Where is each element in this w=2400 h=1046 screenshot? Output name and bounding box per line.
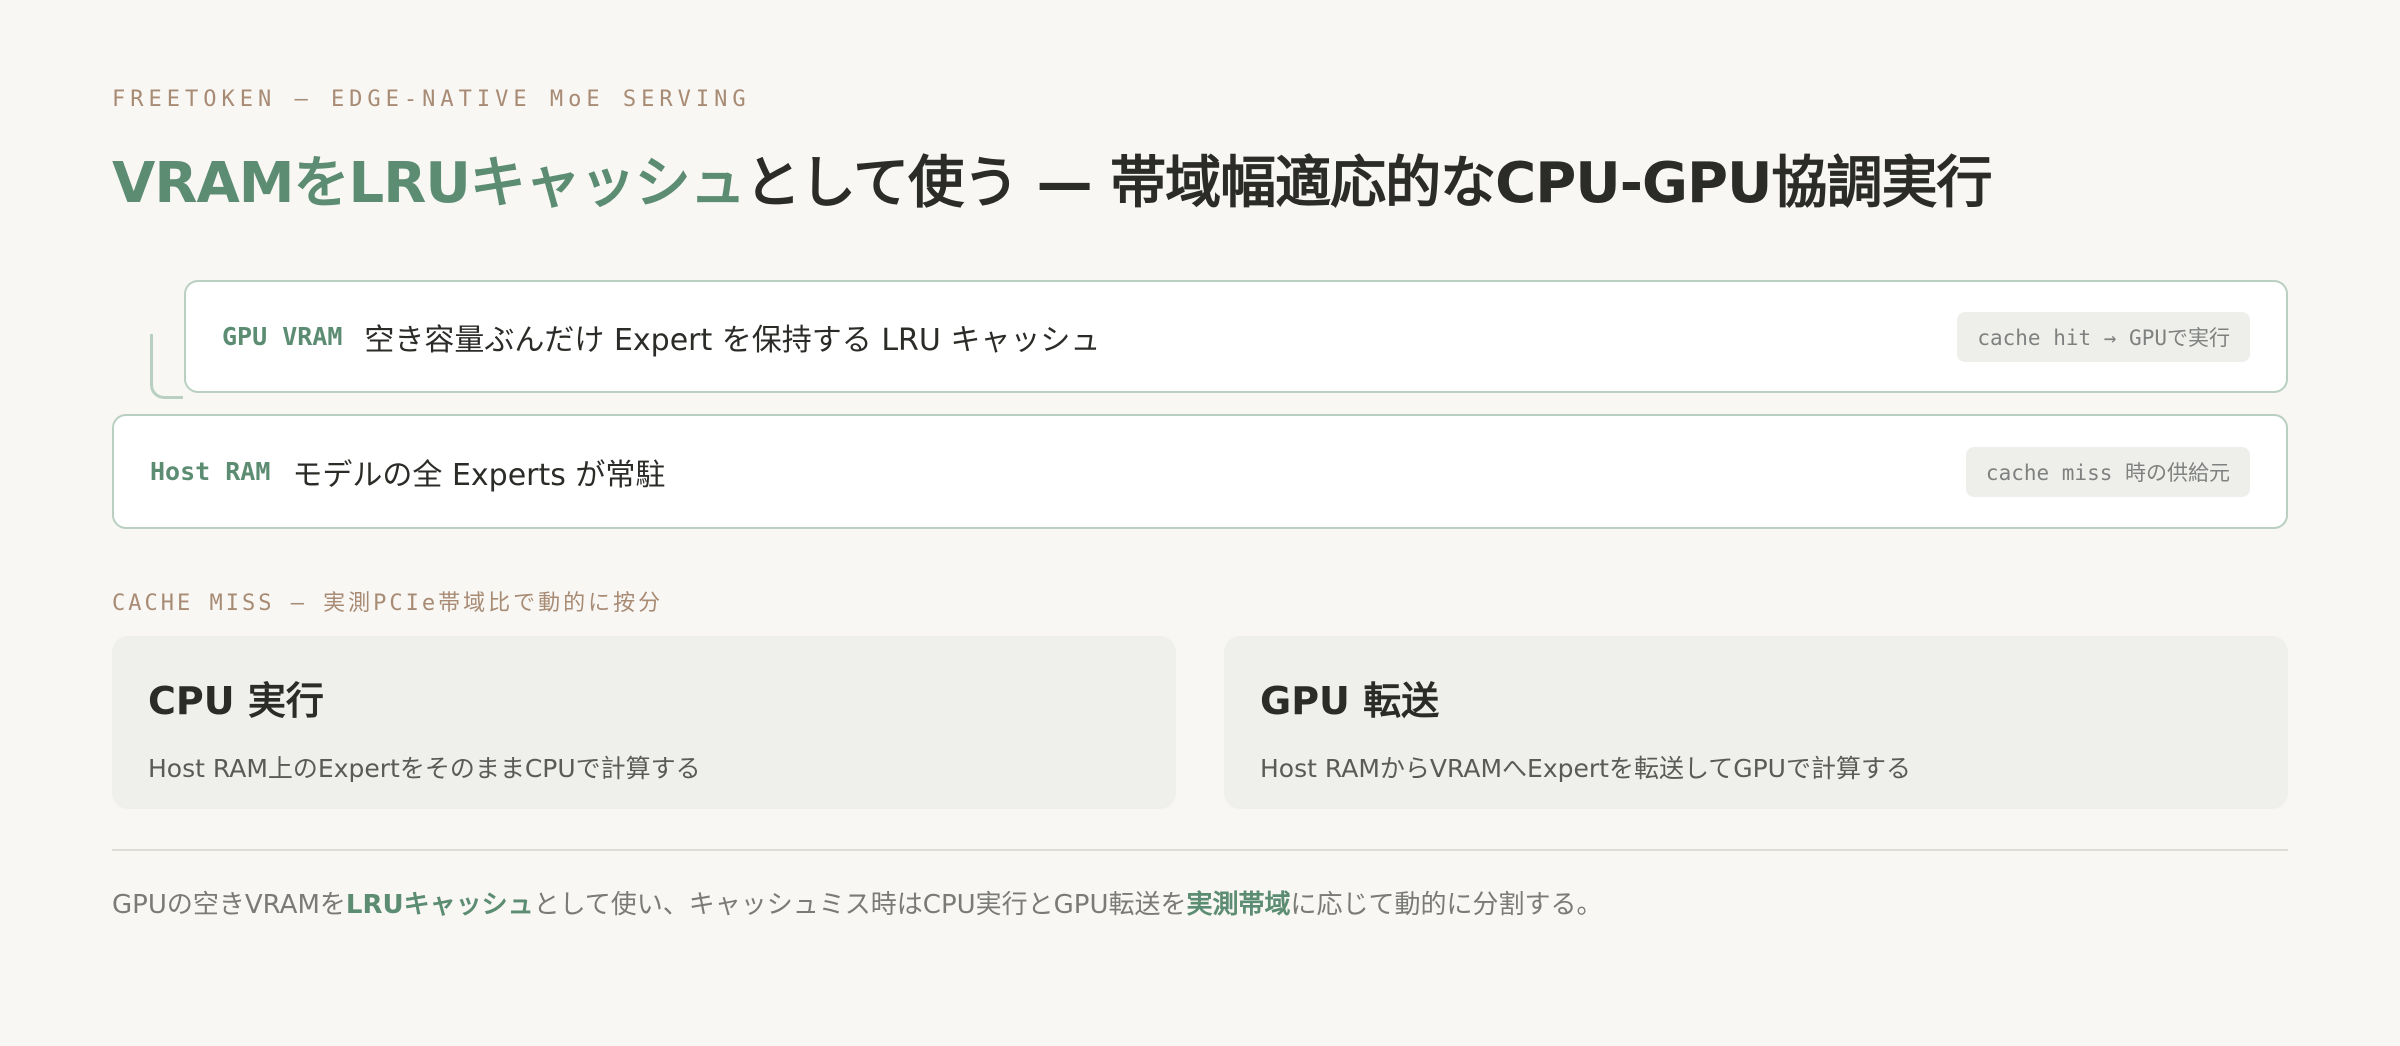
option-title: GPU 転送 — [1260, 679, 1440, 723]
tier-connector — [150, 334, 183, 399]
tier-tag: Host RAM — [150, 457, 271, 486]
option-panel-gpu: GPU 転送 Host RAMからVRAMへExpertを転送してGPUで計算す… — [1224, 636, 2288, 809]
tier-description: モデルの全 Experts が常駐 — [292, 457, 666, 493]
tier-card-gpu-vram: GPU VRAM 空き容量ぶんだけ Expert を保持する LRU キャッシュ… — [184, 280, 2288, 393]
tier-note-badge: cache miss 時の供給元 — [1965, 446, 2250, 497]
option-description: Host RAM上のExpertをそのままCPUで計算する — [148, 754, 701, 783]
option-panel-cpu: CPU 実行 Host RAM上のExpertをそのままCPUで計算する — [112, 636, 1176, 809]
page-title: VRAMをLRUキャッシュとして使う — 帯域幅適応的なCPU-GPU協調実行 — [112, 138, 1993, 219]
tier-tag: GPU VRAM — [222, 322, 343, 351]
option-description: Host RAMからVRAMへExpertを転送してGPUで計算する — [1260, 754, 1911, 783]
summary-part: として使い、キャッシュミス時はCPU実行とGPU転送を — [533, 890, 1187, 920]
option-title: CPU 実行 — [148, 679, 324, 723]
summary-highlight: 実測帯域 — [1186, 890, 1291, 920]
section-eyebrow: FREETOKEN — EDGE-NATIVE MoE SERVING — [112, 87, 751, 112]
tier-description: 空き容量ぶんだけ Expert を保持する LRU キャッシュ — [364, 322, 1101, 358]
title-accent: VRAMをLRUキャッシュ — [112, 151, 746, 216]
summary-part: に応じて動的に分割する。 — [1290, 890, 1603, 920]
title-rest: として使う — 帯域幅適応的なCPU-GPU協調実行 — [744, 151, 1993, 216]
tier-card-host-ram: Host RAM モデルの全 Experts が常駐 cache miss 時の… — [112, 414, 2288, 529]
divider — [112, 849, 2288, 851]
summary-text: GPUの空きVRAMをLRUキャッシュとして使い、キャッシュミス時はCPU実行と… — [112, 884, 1603, 921]
summary-part: GPUの空きVRAMを — [112, 890, 346, 920]
summary-highlight: LRUキャッシュ — [345, 890, 534, 920]
tier-note-badge: cache hit → GPUで実行 — [1957, 311, 2250, 362]
cache-miss-label: CACHE MISS — 実測PCIe帯域比で動的に按分 — [112, 591, 664, 616]
